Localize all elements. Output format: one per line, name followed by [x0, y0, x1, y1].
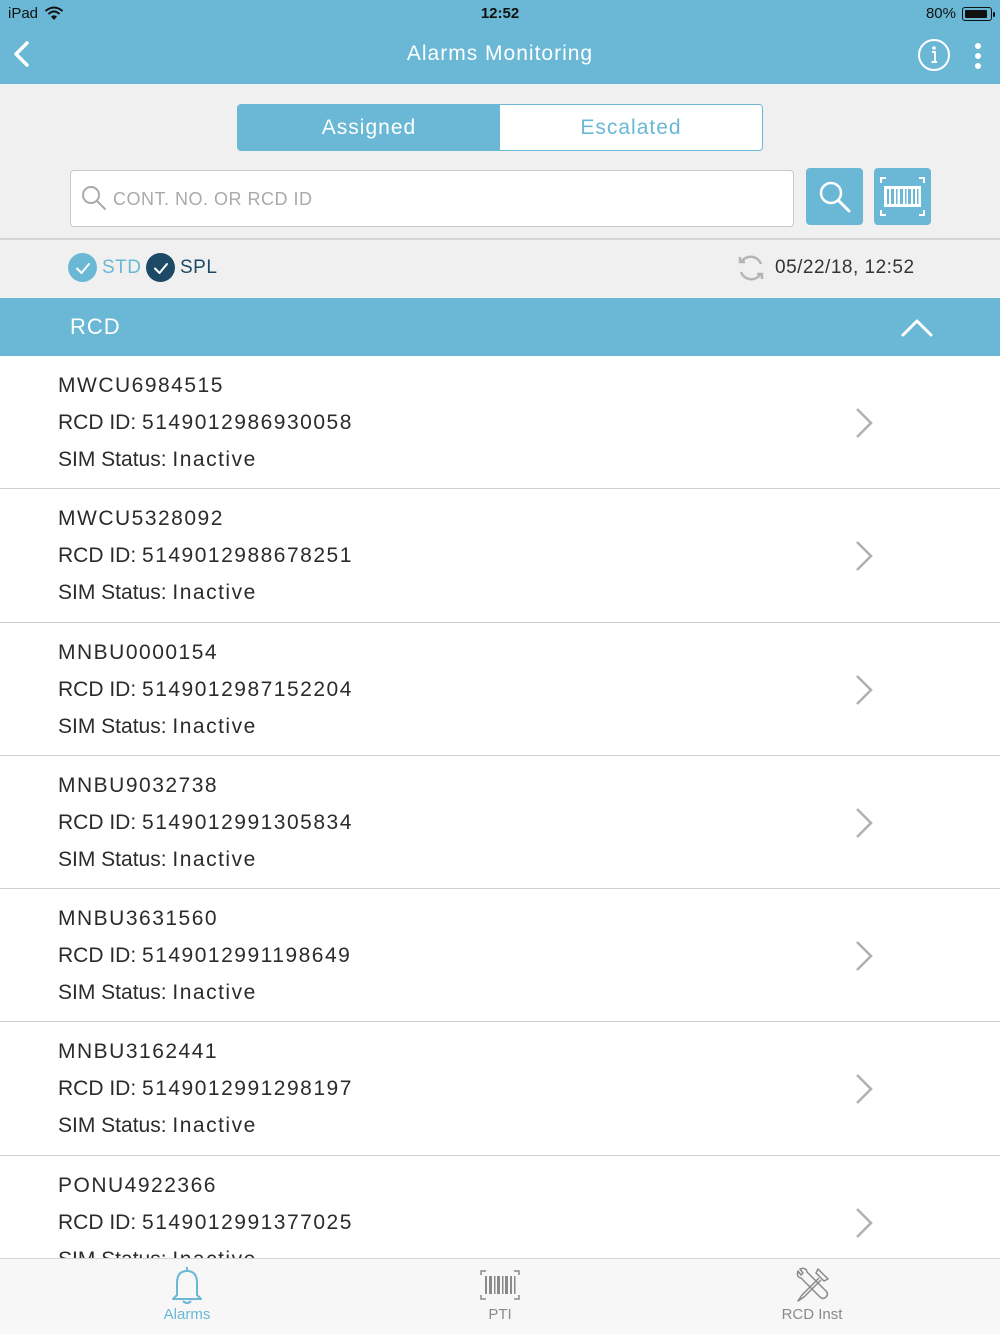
chevron-right-icon [856, 674, 873, 705]
status-bar: iPad 12:52 80% [0, 0, 1000, 28]
page-title: Alarms Monitoring [406, 42, 594, 65]
list-item[interactable]: PONU4922366 RCD ID: 5149012991377025 SIM… [0, 1155, 1000, 1258]
container-number: MNBU0000154 [58, 640, 219, 664]
sim-status: SIM Status: Inactive [58, 1248, 257, 1258]
chevron-right-icon [856, 408, 873, 438]
spl-filter-checkbox[interactable]: SPL [146, 253, 217, 282]
spl-label: SPL [180, 256, 218, 278]
chevron-right-icon [856, 941, 873, 972]
barcode-icon [480, 1270, 520, 1300]
rcd-id: RCD ID: 5149012987152204 [58, 677, 353, 701]
last-updated-timestamp: 05/22/18, 12:52 [775, 257, 915, 278]
bottom-tab-bar: Alarms PTI RCD Inst [0, 1258, 1000, 1334]
search-box [70, 170, 794, 227]
battery-icon [962, 6, 995, 21]
chevron-right-icon [856, 1074, 873, 1105]
tab-alarms-label: Alarms [163, 1306, 211, 1323]
rcd-id: RCD ID: 5149012991298197 [58, 1077, 353, 1101]
battery-percent: 80% [925, 5, 956, 22]
nav-bar: Alarms Monitoring [0, 28, 1000, 84]
container-number: MNBU9032738 [58, 773, 219, 797]
tab-pti-label: PTI [488, 1306, 512, 1323]
search-icon [819, 181, 851, 213]
chevron-up-icon[interactable] [900, 315, 934, 339]
rcd-id: RCD ID: 5149012991198649 [58, 944, 352, 968]
tab-assigned[interactable]: Assigned [238, 105, 500, 150]
search-input[interactable] [113, 181, 773, 217]
rcd-list: MWCU6984515 RCD ID: 5149012986930058 SIM… [0, 356, 1000, 1258]
chevron-right-icon [856, 808, 873, 838]
container-number: MNBU3162441 [58, 1040, 219, 1064]
sim-status: SIM Status: Inactive [58, 714, 257, 738]
sim-status: SIM Status: Inactive [58, 847, 257, 871]
refresh-icon[interactable] [735, 252, 767, 284]
chevron-right-icon [856, 541, 873, 572]
list-item[interactable]: MWCU5328092 RCD ID: 5149012988678251 SIM… [0, 489, 1000, 623]
tab-rcd-inst[interactable]: RCD Inst [712, 1259, 912, 1334]
tab-rcd-inst-label: RCD Inst [781, 1306, 843, 1323]
rcd-id: RCD ID: 5149012988678251 [58, 544, 353, 568]
container-number: MWCU5328092 [58, 507, 224, 531]
list-item[interactable]: MWCU6984515 RCD ID: 5149012986930058 SIM… [0, 356, 1000, 490]
section-header[interactable]: RCD [0, 298, 1000, 356]
info-icon[interactable] [917, 38, 951, 72]
segmented-control: Assigned Escalated [237, 104, 763, 151]
tab-escalated[interactable]: Escalated [500, 105, 762, 150]
bell-icon [172, 1267, 202, 1304]
list-item[interactable]: MNBU3631560 RCD ID: 5149012991198649 SIM… [0, 889, 1000, 1023]
rcd-id: RCD ID: 5149012991377025 [58, 1210, 353, 1234]
sim-status: SIM Status: Inactive [58, 581, 257, 605]
container-number: MWCU6984515 [58, 374, 224, 397]
top-bar: iPad 12:52 80% Alarms Monitoring [0, 0, 1000, 84]
sim-status: SIM Status: Inactive [58, 981, 257, 1005]
divider [0, 238, 1000, 240]
barcode-icon [880, 177, 925, 216]
list-item[interactable]: MNBU0000154 RCD ID: 5149012987152204 SIM… [0, 622, 1000, 756]
tab-pti[interactable]: PTI [400, 1259, 600, 1334]
more-options-icon[interactable] [968, 40, 988, 72]
checkmark-icon [68, 253, 97, 282]
std-filter-checkbox[interactable]: STD [68, 253, 142, 282]
status-right: 80% [925, 5, 995, 22]
container-number: MNBU3631560 [58, 907, 219, 931]
tools-icon [796, 1267, 829, 1302]
container-number: PONU4922366 [58, 1173, 217, 1197]
sim-status: SIM Status: Inactive [58, 448, 257, 471]
checkmark-icon [146, 253, 175, 282]
search-button[interactable] [806, 168, 863, 225]
list-item[interactable]: MNBU9032738 RCD ID: 5149012991305834 SIM… [0, 755, 1000, 890]
tab-alarms[interactable]: Alarms [87, 1259, 287, 1334]
chevron-right-icon [856, 1207, 873, 1238]
section-title: RCD [70, 314, 121, 339]
std-label: STD [102, 256, 142, 278]
filter-area: Assigned Escalated CONT. NO. OR RCD ID S… [0, 84, 1000, 298]
rcd-id: RCD ID: 5149012991305834 [58, 810, 353, 834]
barcode-scan-button[interactable] [874, 168, 931, 225]
status-time: 12:52 [480, 5, 520, 22]
rcd-id: RCD ID: 5149012986930058 [58, 411, 353, 434]
list-item[interactable]: MNBU3162441 RCD ID: 5149012991298197 SIM… [0, 1022, 1000, 1156]
search-icon [82, 186, 106, 210]
sim-status: SIM Status: Inactive [58, 1114, 257, 1138]
